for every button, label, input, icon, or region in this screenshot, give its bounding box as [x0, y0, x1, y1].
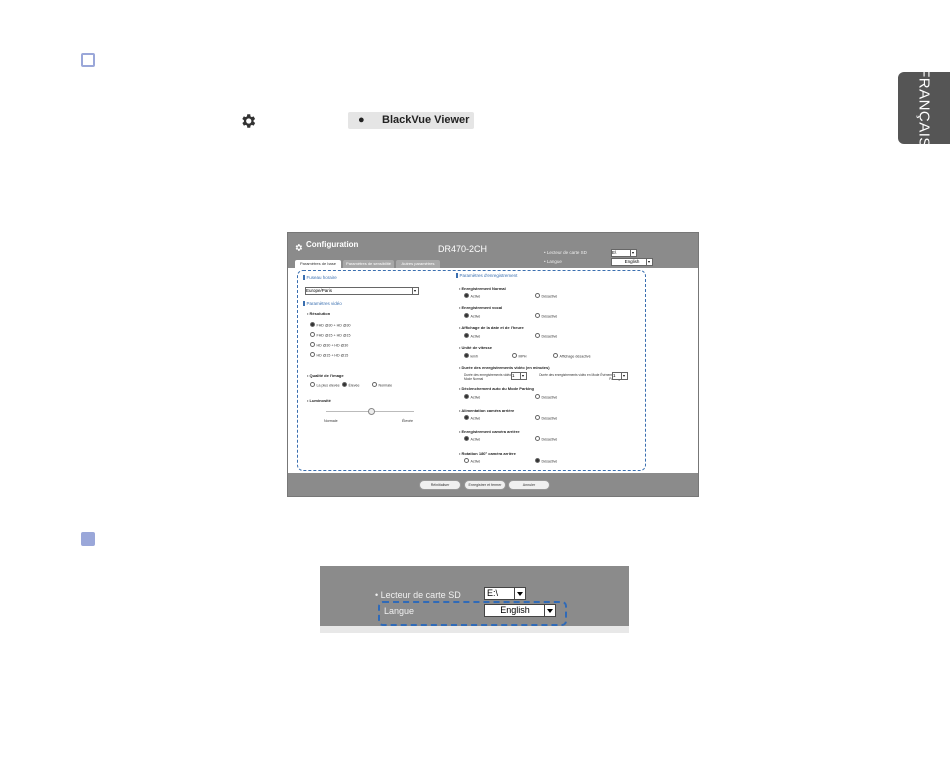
quality-label: • Qualité de l'image	[307, 373, 344, 378]
rear-power-off[interactable]: Désactivé	[535, 415, 557, 421]
rear-power-label: • Alimentation caméra arrière	[459, 408, 515, 413]
chevron-down-icon	[646, 259, 652, 265]
timezone-value: Europe/Paris	[306, 288, 333, 293]
chevron-down-icon	[630, 250, 636, 256]
duration-parking-value: 1	[613, 373, 616, 378]
speed-off[interactable]: Affichage désactivé	[553, 353, 591, 359]
resolution-label: • Résolution	[307, 311, 331, 316]
duration-normal-select[interactable]: 1	[511, 372, 527, 380]
config-title: Configuration	[306, 240, 359, 249]
duration-parking-label: Durée des enregistrements vidéo en Mode …	[539, 373, 620, 381]
rec-heading: Paramètres d'enregistrement	[456, 273, 518, 278]
resolution-option[interactable]: FHD @30 + HD @30	[310, 322, 350, 328]
datetime-on[interactable]: Activé	[464, 333, 480, 339]
tab-other[interactable]: Autres paramètres	[396, 260, 440, 268]
duration-parking-select[interactable]: 1	[612, 372, 628, 380]
resolution-option[interactable]: HD @30 + HD @30	[310, 342, 348, 348]
brightness-high-label: Élevée	[402, 419, 413, 423]
resolution-option[interactable]: HD @15 + HD @15	[310, 352, 348, 358]
datetime-off[interactable]: Désactivé	[535, 333, 557, 339]
apple-icon: ●	[358, 114, 365, 126]
rotation-on[interactable]: Activé	[464, 458, 480, 464]
save-close-button[interactable]: Enregistrer et fermer	[464, 480, 506, 490]
zoom-highlight-frame	[378, 601, 567, 626]
blackvue-viewer-label: BlackVue Viewer	[382, 114, 470, 126]
rotation-label: • Rotation 180° caméra arrière	[459, 451, 516, 456]
lang-label: • Langue	[544, 259, 562, 264]
timezone-select[interactable]: Europe/Paris	[305, 287, 419, 295]
sd-label: • Lecteur de carte SD	[544, 250, 587, 255]
chevron-down-icon	[412, 288, 418, 294]
language-side-tab: FRANÇAIS	[898, 68, 950, 148]
resolution-option[interactable]: FHD @15 + HD @15	[310, 332, 350, 338]
auto-parking-on[interactable]: Activé	[464, 394, 480, 400]
zoom-sd-value: E:\	[487, 588, 499, 598]
datetime-label: • Affichage de la date et de l'heure	[459, 325, 524, 330]
rotation-off[interactable]: Désactivé	[535, 458, 557, 464]
voice-rec-off[interactable]: Désactivé	[535, 313, 557, 319]
brightness-slider-handle[interactable]	[368, 408, 375, 415]
reset-button[interactable]: Réinitialiser	[419, 480, 461, 490]
configuration-window: Configuration DR470-2CH • Lecteur de car…	[287, 232, 699, 497]
tab-basic[interactable]: Paramètres de base	[295, 260, 341, 268]
normal-rec-off[interactable]: Désactivé	[535, 293, 557, 299]
duration-label: • Durée des enregistrements vidéo (en mi…	[459, 365, 550, 370]
gear-icon	[239, 112, 257, 130]
zoom-panel-bottom	[320, 626, 629, 633]
language-side-tab-label: FRANÇAIS	[915, 68, 933, 148]
quality-option[interactable]: La plus élevée	[310, 382, 340, 388]
brightness-label: • Luminosité	[307, 398, 331, 403]
brightness-low-label: Normale	[324, 419, 338, 423]
chevron-down-icon	[514, 588, 525, 599]
video-heading: Paramètres vidéo	[303, 301, 342, 306]
cancel-button[interactable]: Annuler	[508, 480, 550, 490]
auto-parking-off[interactable]: Désactivé	[535, 394, 557, 400]
speed-kmh[interactable]: km/h	[464, 353, 478, 359]
rear-rec-label: • Enregistrement caméra arrière	[459, 429, 520, 434]
section-marker-icon	[81, 532, 95, 546]
duration-normal-label: Durée des enregistrements vidéo en Mode …	[464, 373, 516, 381]
tab-sensitivity[interactable]: Paramètres de sensibilité	[343, 260, 394, 268]
fuseau-heading: Fuseau horaire	[303, 275, 337, 280]
chevron-down-icon	[621, 373, 627, 379]
section-marker-icon	[81, 53, 95, 67]
gear-icon	[294, 239, 303, 251]
zoom-sd-select[interactable]: E:\	[484, 587, 526, 600]
quality-option[interactable]: Élevée	[342, 382, 360, 388]
speed-mph[interactable]: MPH	[512, 353, 527, 359]
quality-option[interactable]: Normale	[372, 382, 392, 388]
auto-parking-label: • Déclenchement auto du Mode Parking	[459, 386, 534, 391]
chevron-down-icon	[520, 373, 526, 379]
rear-rec-off[interactable]: Désactivé	[535, 436, 557, 442]
lang-select-value: English	[624, 259, 640, 264]
lang-select[interactable]: English	[611, 258, 653, 266]
zoom-sd-label: • Lecteur de carte SD	[375, 590, 461, 600]
duration-normal-value: 1	[512, 373, 515, 378]
normal-rec-label: • Enregistrement Normal	[459, 286, 506, 291]
normal-rec-on[interactable]: Activé	[464, 293, 480, 299]
rear-power-on[interactable]: Activé	[464, 415, 480, 421]
sd-select-value: E\	[612, 250, 617, 255]
sd-select[interactable]: E\	[611, 249, 637, 257]
model-name: DR470-2CH	[438, 244, 488, 254]
blackvue-viewer-button[interactable]: ● BlackVue Viewer	[348, 112, 474, 129]
voice-rec-label: • Enregistrement vocal	[459, 305, 503, 310]
speed-label: • Unité de vitesse	[459, 345, 492, 350]
voice-rec-on[interactable]: Activé	[464, 313, 480, 319]
rear-rec-on[interactable]: Activé	[464, 436, 480, 442]
